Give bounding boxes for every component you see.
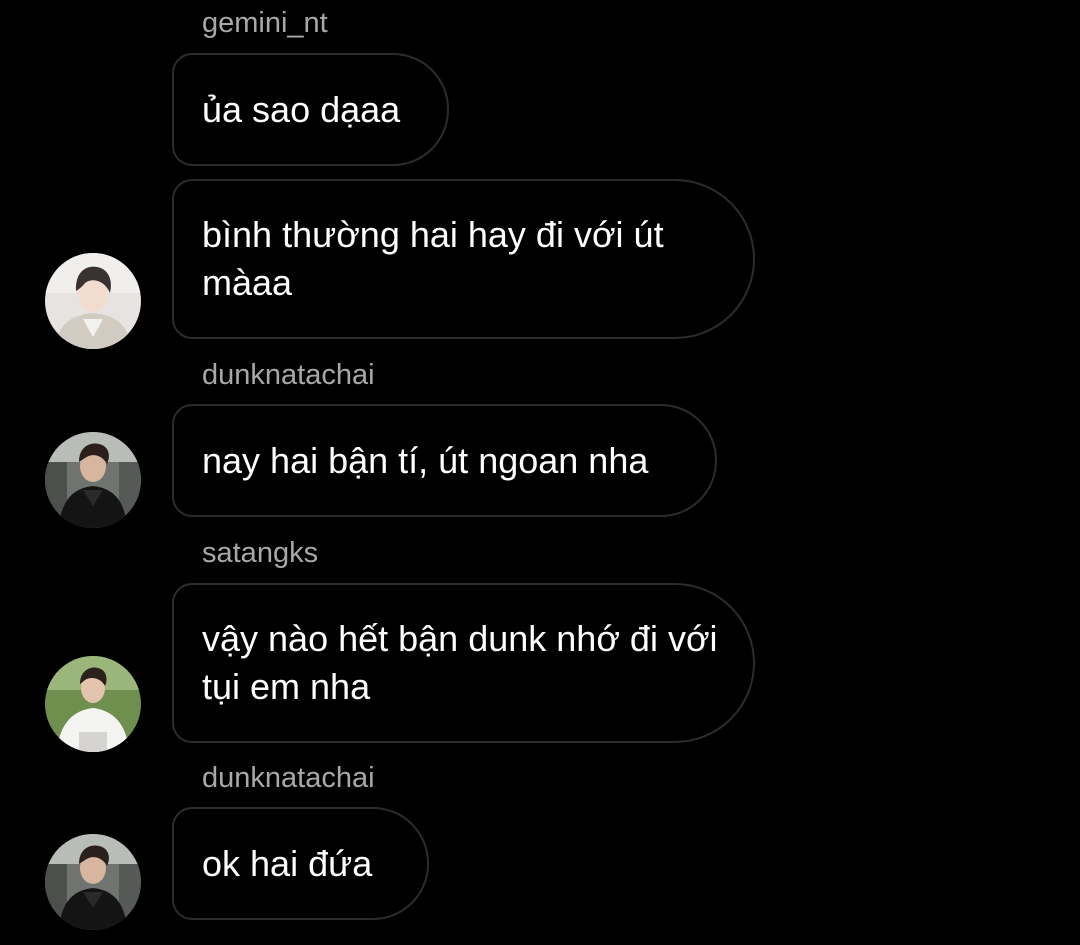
- message-bubble[interactable]: nay hai bận tí, út ngoan nha: [172, 404, 717, 517]
- avatar-gemini-nt[interactable]: [45, 253, 141, 349]
- avatar-dunknatachai[interactable]: [45, 432, 141, 528]
- sender-username[interactable]: satangks: [202, 536, 318, 570]
- sender-username[interactable]: dunknatachai: [202, 358, 375, 392]
- message-text: ủa sao dạaa: [202, 88, 401, 130]
- profile-photo-icon: [45, 834, 141, 930]
- message-text: vậy nào hết bận dunk nhớ đi với tụi em n…: [202, 618, 718, 707]
- profile-photo-icon: [45, 253, 141, 349]
- avatar-satangks[interactable]: [45, 656, 141, 752]
- sender-username[interactable]: dunknatachai: [202, 761, 375, 795]
- avatar-dunknatachai[interactable]: [45, 834, 141, 930]
- message-text: nay hai bận tí, út ngoan nha: [202, 439, 649, 481]
- message-bubble[interactable]: bình thường hai hay đi với út màaa: [172, 179, 755, 339]
- message-bubble[interactable]: ok hai đứa: [172, 807, 429, 920]
- message-bubble[interactable]: vậy nào hết bận dunk nhớ đi với tụi em n…: [172, 583, 755, 743]
- message-text: ok hai đứa: [202, 842, 373, 884]
- profile-photo-icon: [45, 432, 141, 528]
- profile-photo-icon: [45, 656, 141, 752]
- sender-username[interactable]: gemini_nt: [202, 6, 328, 40]
- message-bubble[interactable]: ủa sao dạaa: [172, 53, 449, 166]
- message-text: bình thường hai hay đi với út màaa: [202, 214, 664, 303]
